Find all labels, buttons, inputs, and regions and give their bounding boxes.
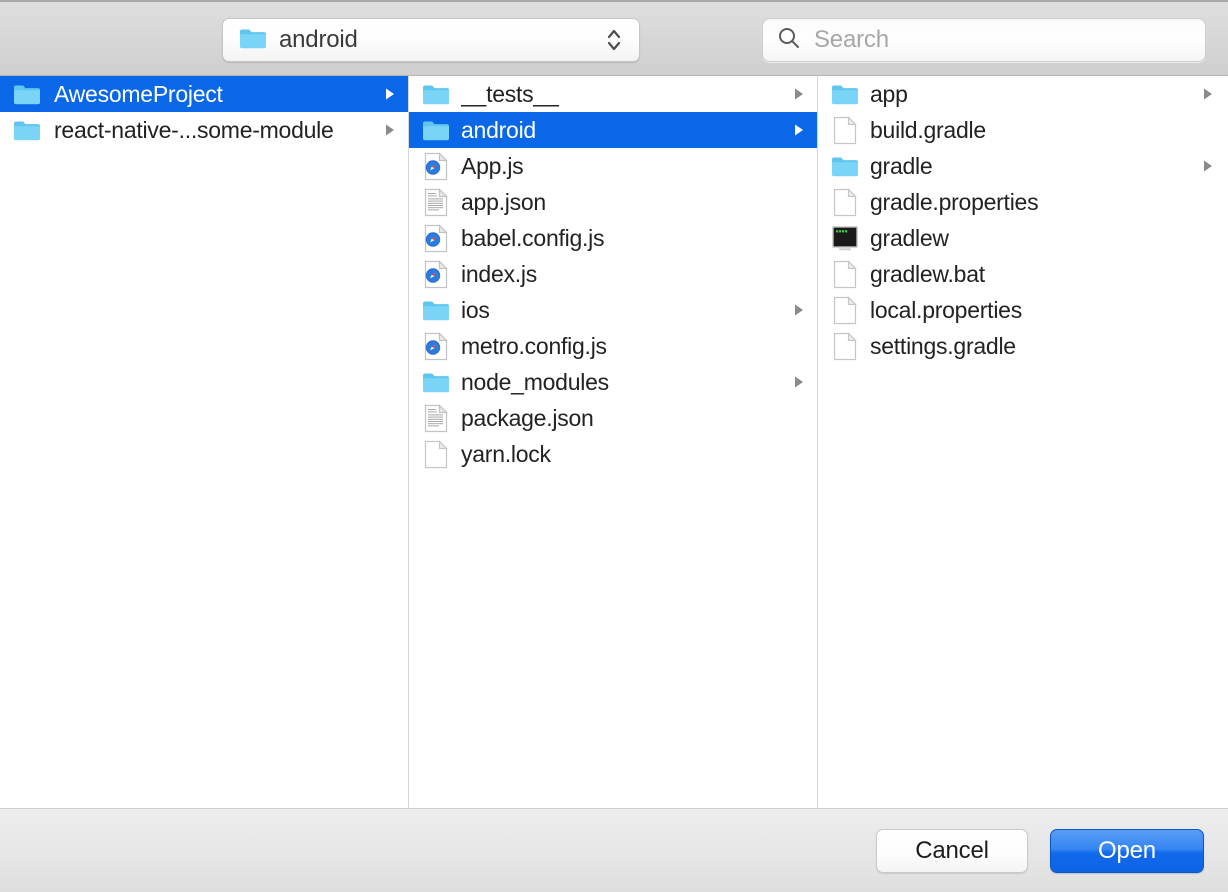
folder-icon (12, 83, 42, 105)
file-row[interactable]: gradlew.bat (818, 256, 1226, 292)
file-row[interactable]: app.json (409, 184, 817, 220)
folder-icon (421, 119, 451, 141)
file-row[interactable]: react-native-...some-module (0, 112, 408, 148)
disclosure-arrow-icon[interactable] (1200, 159, 1216, 173)
blank-file-icon (421, 440, 451, 469)
file-row[interactable]: gradlew (818, 220, 1226, 256)
file-row-label: package.json (461, 405, 791, 432)
file-row-label: node_modules (461, 369, 791, 396)
file-row-label: react-native-...some-module (54, 117, 382, 144)
cancel-button[interactable]: Cancel (876, 829, 1028, 873)
js-file-icon (421, 224, 451, 253)
disclosure-arrow-icon[interactable] (791, 375, 807, 389)
file-row[interactable]: build.gradle (818, 112, 1226, 148)
blank-file-icon (830, 260, 860, 289)
text-file-icon (421, 404, 451, 433)
folder-icon (12, 119, 42, 141)
file-row-label: ios (461, 297, 791, 324)
search-field[interactable] (762, 18, 1206, 62)
file-row-label: app.json (461, 189, 791, 216)
browser-column-2[interactable]: __tests__android App.js app.json babel.conf… (409, 76, 818, 808)
folder-icon (239, 27, 267, 54)
blank-file-icon (830, 296, 860, 325)
folder-icon (830, 155, 860, 177)
disclosure-arrow-icon[interactable] (791, 123, 807, 137)
browser-column-1[interactable]: AwesomeProject react-native-...some-modul… (0, 76, 409, 808)
path-popup-button[interactable]: android (222, 18, 640, 62)
folder-icon (421, 299, 451, 321)
file-row-label: yarn.lock (461, 441, 791, 468)
file-row[interactable]: node_modules (409, 364, 817, 400)
search-input[interactable] (812, 25, 1191, 55)
file-row[interactable]: AwesomeProject (0, 76, 408, 112)
file-row[interactable]: yarn.lock (409, 436, 817, 472)
file-row[interactable]: index.js (409, 256, 817, 292)
file-row-label: metro.config.js (461, 333, 791, 360)
file-row[interactable]: app (818, 76, 1226, 112)
file-row-label: gradle (870, 153, 1200, 180)
disclosure-arrow-icon[interactable] (382, 87, 398, 101)
disclosure-arrow-icon[interactable] (791, 303, 807, 317)
disclosure-arrow-icon[interactable] (382, 123, 398, 137)
file-row-label: settings.gradle (870, 333, 1200, 360)
column-browser: AwesomeProject react-native-...some-modul… (0, 76, 1228, 808)
file-row-label: gradle.properties (870, 189, 1200, 216)
dialog-footer: Cancel Open (0, 808, 1228, 892)
file-row-label: App.js (461, 153, 791, 180)
file-row-label: gradlew (870, 225, 1200, 252)
disclosure-arrow-icon[interactable] (1200, 87, 1216, 101)
js-file-icon (421, 152, 451, 181)
file-row[interactable]: settings.gradle (818, 328, 1226, 364)
dialog-toolbar: android (0, 0, 1228, 76)
chevron-up-down-icon[interactable] (603, 24, 625, 56)
path-popup-label: android (279, 26, 603, 54)
browser-column-3[interactable]: app build.gradle gradle gradle.properties gr… (818, 76, 1226, 808)
file-row[interactable]: __tests__ (409, 76, 817, 112)
file-row-label: android (461, 117, 791, 144)
terminal-icon (830, 225, 860, 251)
file-row[interactable]: ios (409, 292, 817, 328)
file-row-label: __tests__ (461, 81, 791, 108)
file-row[interactable]: App.js (409, 148, 817, 184)
open-button[interactable]: Open (1050, 829, 1204, 873)
blank-file-icon (830, 116, 860, 145)
file-row-label: app (870, 81, 1200, 108)
folder-icon (830, 83, 860, 105)
text-file-icon (421, 188, 451, 217)
search-icon (777, 26, 801, 55)
file-row[interactable]: gradle (818, 148, 1226, 184)
folder-icon (421, 83, 451, 105)
file-row[interactable]: gradle.properties (818, 184, 1226, 220)
file-row-label: index.js (461, 261, 791, 288)
file-row[interactable]: metro.config.js (409, 328, 817, 364)
file-row-label: build.gradle (870, 117, 1200, 144)
file-row[interactable]: local.properties (818, 292, 1226, 328)
file-row[interactable]: android (409, 112, 817, 148)
file-row-label: AwesomeProject (54, 81, 382, 108)
blank-file-icon (830, 188, 860, 217)
file-row-label: babel.config.js (461, 225, 791, 252)
js-file-icon (421, 260, 451, 289)
file-row[interactable]: babel.config.js (409, 220, 817, 256)
open-file-dialog: android AwesomeProject react-native-...so… (0, 0, 1228, 892)
folder-icon (421, 371, 451, 393)
blank-file-icon (830, 332, 860, 361)
file-row-label: local.properties (870, 297, 1200, 324)
file-row-label: gradlew.bat (870, 261, 1200, 288)
disclosure-arrow-icon[interactable] (791, 87, 807, 101)
js-file-icon (421, 332, 451, 361)
file-row[interactable]: package.json (409, 400, 817, 436)
